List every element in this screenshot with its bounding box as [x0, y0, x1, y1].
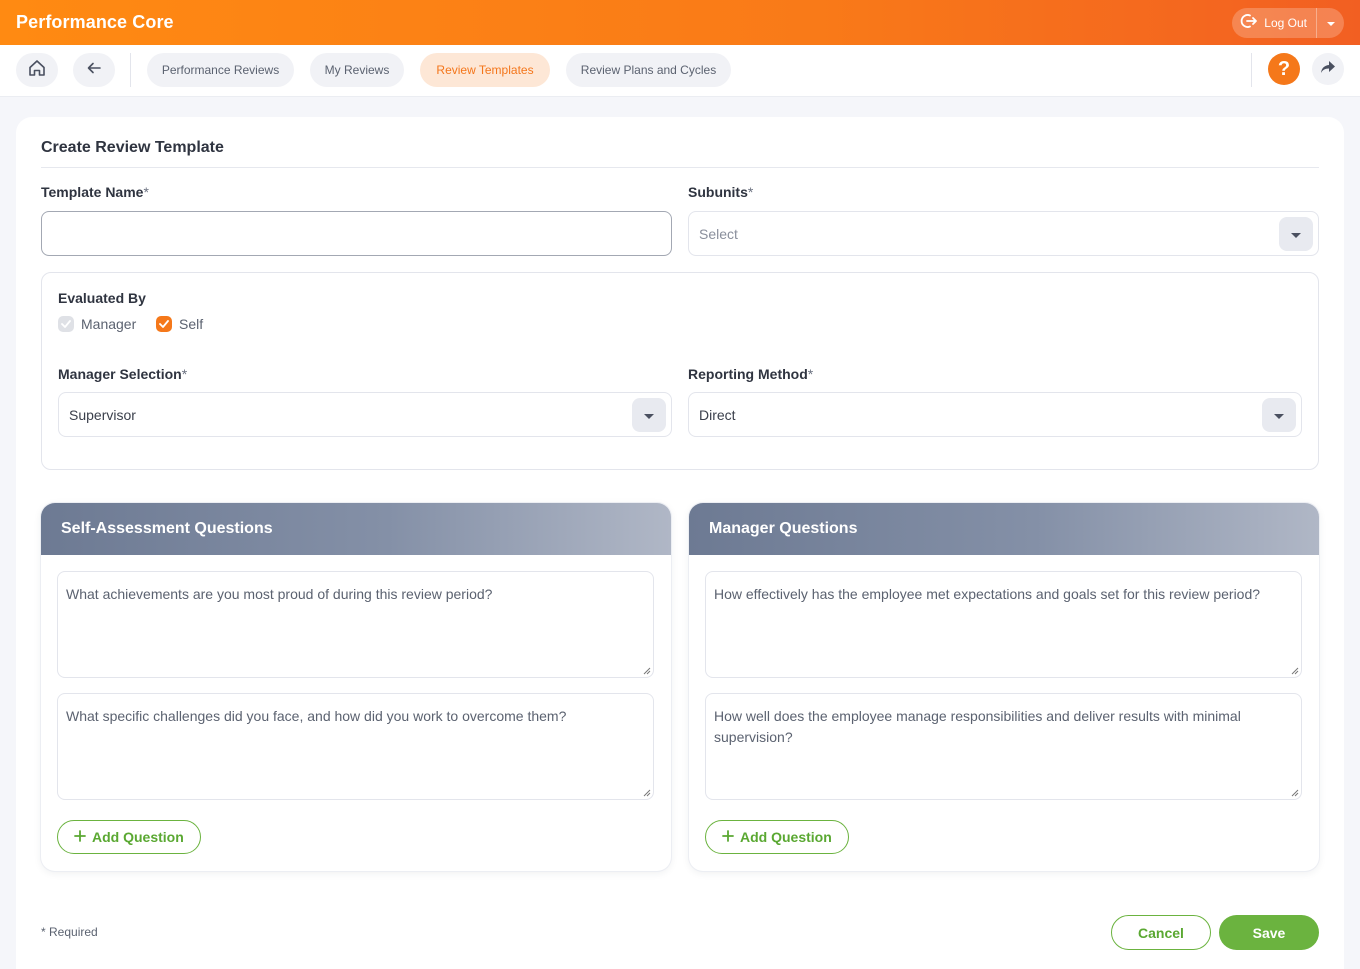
reporting-method-label-text: Reporting Method [688, 366, 808, 382]
caret-down-icon [1273, 407, 1285, 423]
help-button[interactable]: ? [1268, 53, 1300, 85]
reporting-method-value: Direct [699, 406, 736, 423]
self-question-text: What specific challenges did you face, a… [66, 708, 567, 724]
navigation-bar: Performance Reviews My Reviews Review Te… [0, 45, 1360, 97]
manager-questions-title: Manager Questions [689, 503, 1319, 555]
reporting-method-label: Reporting Method* [688, 366, 813, 382]
manager-question-text: How effectively has the employee met exp… [714, 586, 1261, 602]
add-manager-question-button[interactable]: Add Question [705, 820, 849, 854]
page-title: Create Review Template [41, 139, 224, 156]
tab-my-reviews[interactable]: My Reviews [310, 53, 404, 87]
nav-divider [1251, 53, 1252, 87]
add-question-label: Add Question [740, 829, 832, 845]
title-divider [41, 167, 1319, 168]
logout-button-group: Log Out [1232, 7, 1344, 38]
required-mark: * [747, 184, 754, 200]
share-icon [1319, 59, 1337, 80]
resize-handle-icon[interactable] [641, 665, 651, 675]
manager-question-text: How well does the employee manage respon… [714, 708, 1241, 745]
account-menu-button[interactable] [1316, 7, 1344, 38]
save-button[interactable]: Save [1219, 915, 1319, 950]
manager-question-field[interactable]: How well does the employee manage respon… [705, 693, 1302, 800]
self-question-field[interactable]: What specific challenges did you face, a… [57, 693, 654, 800]
add-question-label: Add Question [92, 829, 184, 845]
tab-review-plans-and-cycles[interactable]: Review Plans and Cycles [566, 53, 731, 87]
tab-performance-reviews[interactable]: Performance Reviews [147, 53, 294, 87]
subunits-placeholder: Select [699, 225, 738, 242]
plus-icon [722, 829, 734, 845]
back-button[interactable] [73, 53, 115, 87]
manager-checkbox[interactable] [58, 316, 74, 332]
home-button[interactable] [16, 53, 58, 87]
nav-divider [130, 53, 131, 87]
required-mark: * [143, 184, 149, 200]
logout-label: Log Out [1264, 15, 1307, 30]
resize-handle-icon[interactable] [1289, 665, 1299, 675]
caret-down-icon [1290, 226, 1302, 242]
arrow-left-icon [86, 60, 102, 81]
self-checkbox-option: Self [156, 316, 203, 332]
resize-handle-icon[interactable] [641, 787, 651, 797]
chevron-down-icon [1326, 16, 1336, 30]
self-assessment-panel: Self-Assessment Questions What achieveme… [41, 503, 671, 871]
subunits-label: Subunits* [688, 184, 753, 200]
manager-selection-label-text: Manager Selection [58, 366, 182, 382]
manager-checkbox-label: Manager [81, 316, 137, 332]
manager-selection-dropdown-toggle[interactable] [632, 398, 666, 432]
cancel-button[interactable]: Cancel [1111, 915, 1211, 950]
reporting-method-dropdown-toggle[interactable] [1262, 398, 1296, 432]
evaluation-settings-box: Evaluated By Manager Self Manager Select… [41, 272, 1319, 470]
home-icon [27, 58, 47, 83]
manager-selection-value: Supervisor [69, 406, 136, 423]
self-question-text: What achievements are you most proud of … [66, 586, 493, 602]
create-template-card: Create Review Template Template Name* Su… [16, 117, 1344, 969]
manager-checkbox-option: Manager [58, 316, 136, 332]
top-bar: Performance Core Log Out [0, 0, 1360, 45]
add-self-question-button[interactable]: Add Question [57, 820, 201, 854]
resize-handle-icon[interactable] [1289, 787, 1299, 797]
required-note: * Required [41, 925, 98, 939]
required-mark: * [807, 366, 814, 382]
reporting-method-select[interactable]: Direct [688, 392, 1302, 437]
template-name-label-text: Template Name [41, 184, 144, 200]
app-title: Performance Core [16, 12, 174, 32]
subunits-select[interactable]: Select [688, 211, 1319, 256]
self-checkbox-label: Self [179, 316, 204, 332]
share-button[interactable] [1312, 53, 1344, 85]
template-name-label: Template Name* [41, 184, 149, 200]
required-mark: * [181, 366, 188, 382]
tab-review-templates[interactable]: Review Templates [420, 53, 550, 87]
manager-questions-panel: Manager Questions How effectively has th… [689, 503, 1319, 871]
self-assessment-title: Self-Assessment Questions [41, 503, 671, 555]
template-name-input[interactable] [41, 211, 672, 256]
self-checkbox[interactable] [156, 316, 172, 332]
manager-selection-label: Manager Selection* [58, 366, 187, 382]
logout-icon [1240, 13, 1258, 32]
plus-icon [74, 829, 86, 845]
logout-button[interactable]: Log Out [1232, 8, 1316, 38]
self-question-field[interactable]: What achievements are you most proud of … [57, 571, 654, 678]
caret-down-icon [643, 407, 655, 423]
manager-selection-select[interactable]: Supervisor [58, 392, 672, 437]
manager-question-field[interactable]: How effectively has the employee met exp… [705, 571, 1302, 678]
evaluated-by-label: Evaluated By [58, 290, 146, 306]
subunits-dropdown-toggle[interactable] [1279, 217, 1313, 251]
subunits-label-text: Subunits [688, 184, 748, 200]
